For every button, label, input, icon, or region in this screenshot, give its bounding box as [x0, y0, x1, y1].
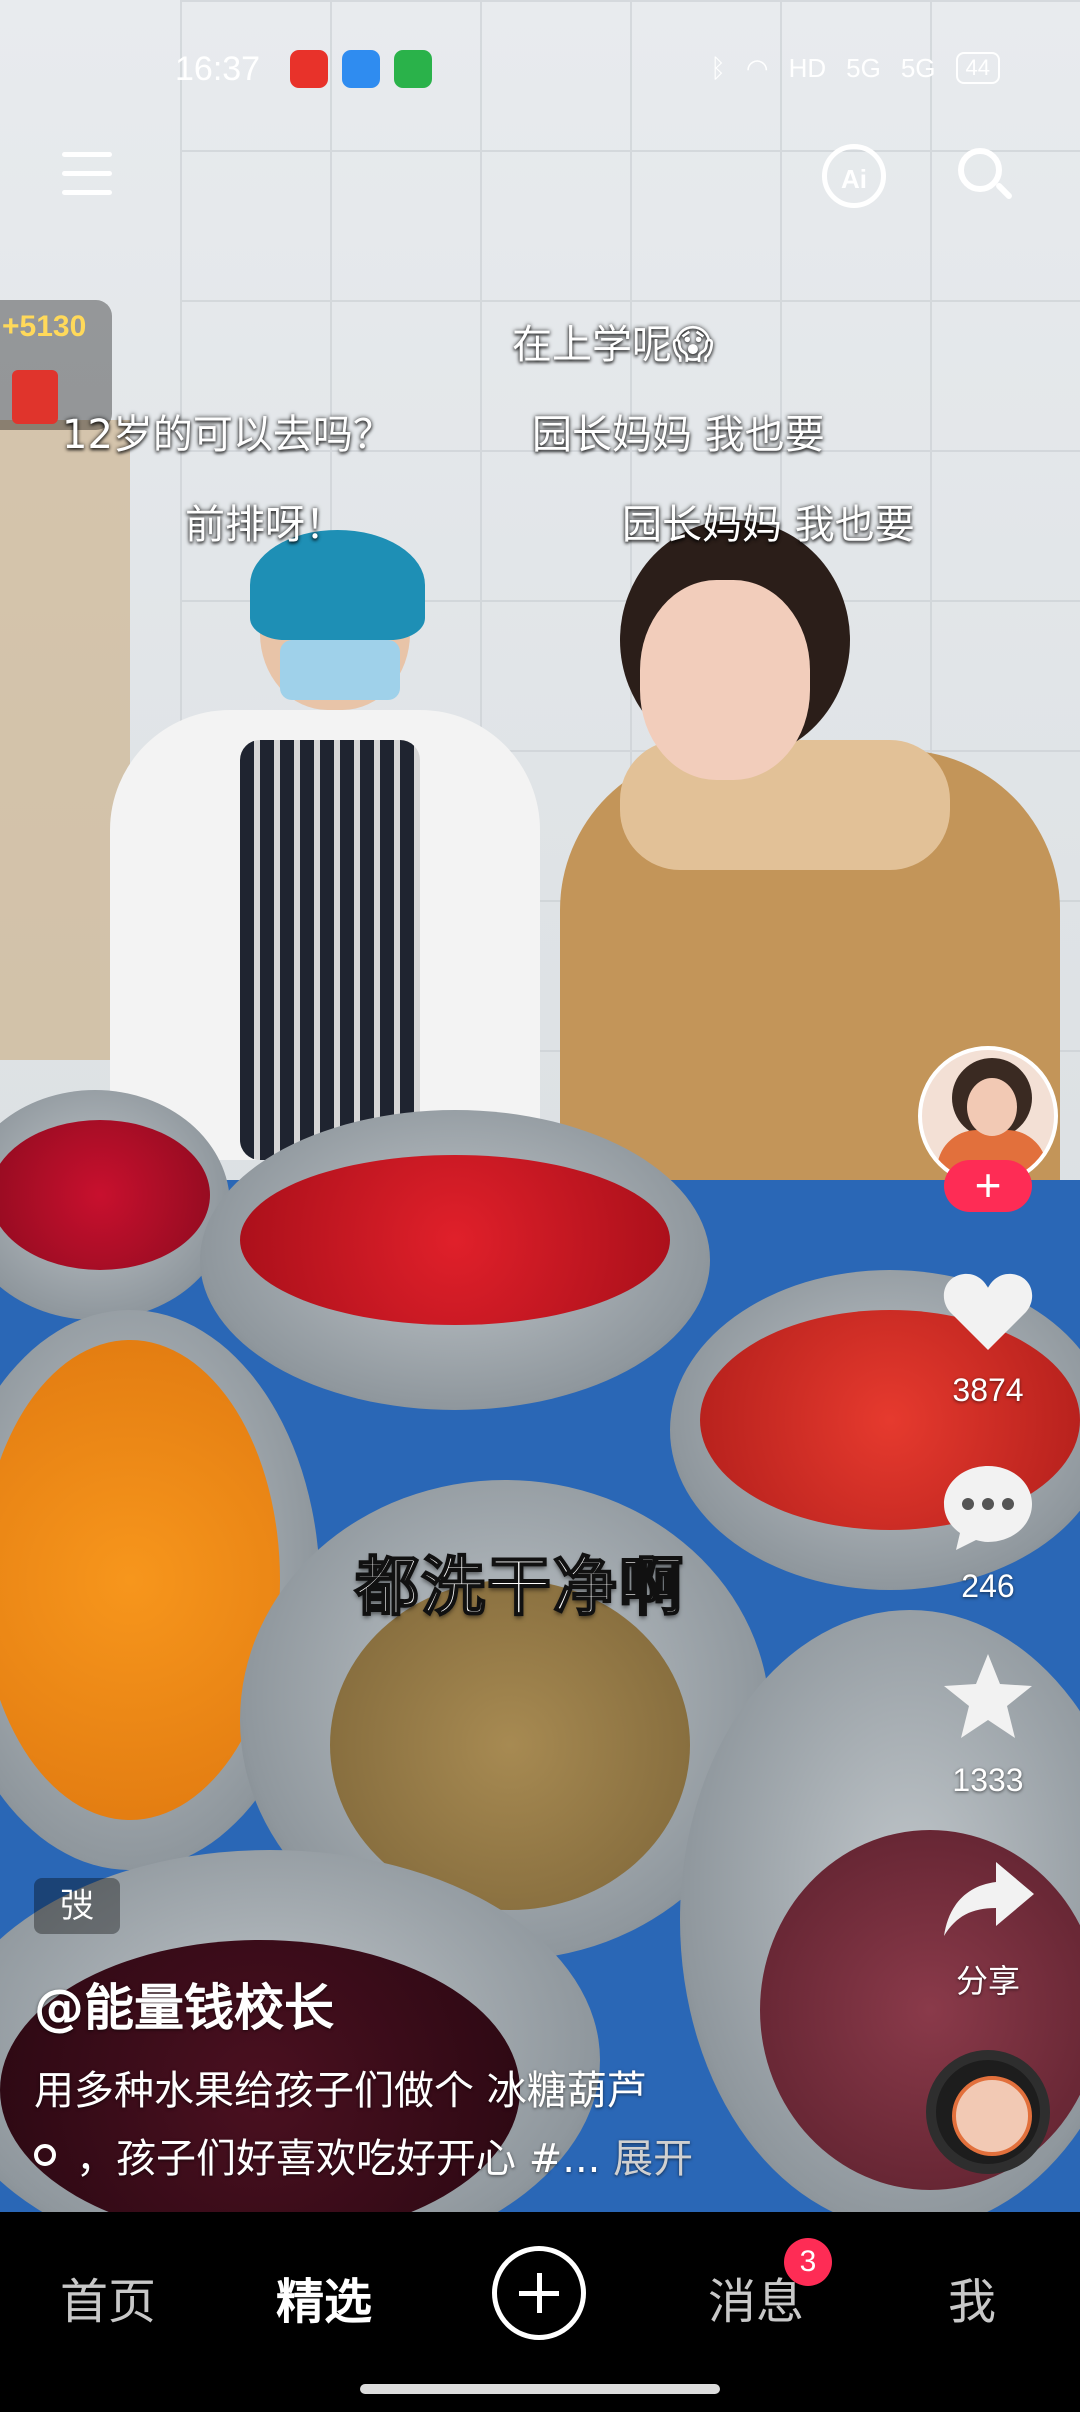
battery-indicator: 44	[955, 52, 1000, 84]
wifi-icon: ◠	[745, 52, 769, 83]
video-tag-badge[interactable]: 弢	[34, 1878, 120, 1934]
create-button[interactable]	[492, 2246, 586, 2340]
red-envelope-icon	[12, 370, 58, 424]
comment-count: 246	[961, 1568, 1015, 1604]
ai-assistant-button[interactable]: Ai	[822, 144, 886, 208]
status-indicators: ᛒ ◠ HD 5G 5G 44	[710, 52, 1000, 84]
nav-home[interactable]: 首页	[60, 2262, 156, 2332]
nav-featured[interactable]: 精选	[276, 2262, 372, 2332]
nav-me[interactable]: 我	[948, 2262, 996, 2332]
coin-count: +5130	[2, 310, 87, 343]
share-icon[interactable]	[938, 1848, 1038, 1948]
like-count: 3874	[952, 1372, 1024, 1408]
expand-link[interactable]: 展开	[613, 2136, 693, 2182]
signal-5g-label: 5G	[846, 52, 881, 83]
message-notification-icon	[394, 50, 432, 88]
music-disc-icon[interactable]	[926, 2050, 1050, 2174]
star-icon[interactable]	[938, 1648, 1038, 1748]
favorite-count: 1333	[952, 1762, 1024, 1798]
status-bar: 16:37 ᛒ ◠ HD 5G 5G 44	[0, 40, 1080, 100]
search-keyword-icon[interactable]	[34, 2144, 56, 2166]
comment-icon[interactable]	[938, 1456, 1038, 1556]
bluetooth-icon: ᛒ	[710, 52, 726, 83]
menu-icon[interactable]	[62, 150, 112, 198]
kitchen-worker-figure	[110, 530, 540, 1160]
signal-5g-label-2: 5G	[900, 52, 936, 83]
share-label[interactable]: 分享	[918, 1956, 1058, 2002]
heart-icon[interactable]	[938, 1262, 1038, 1362]
bottom-navigation: 首页 精选 消息 3 我	[0, 2212, 1080, 2412]
video-description-line-2: ，孩子们好喜欢吃好开心 #... 展开	[34, 2126, 693, 2184]
video-subtitle: 都洗干净啊	[354, 1550, 685, 1626]
douyin-video-screen: 16:37 ᛒ ◠ HD 5G 5G 44 Ai +5130 在上学呢😱 12岁…	[0, 0, 1080, 2412]
danmaku-comment: 12岁的可以去吗？	[62, 412, 393, 458]
danmaku-comment: 在上学呢😱	[512, 322, 714, 368]
danmaku-comment: 园长妈妈 我也要	[622, 502, 915, 548]
app-notification-icon	[342, 50, 380, 88]
video-description-line-1: 用多种水果给孩子们做个 冰糖葫芦	[34, 2068, 647, 2114]
search-icon[interactable]	[958, 148, 1014, 201]
hd-label: HD	[788, 52, 827, 83]
danmaku-comment: 园长妈妈 我也要	[532, 412, 825, 458]
bowl-hawthorn	[200, 1110, 710, 1410]
app-notification-icon	[290, 50, 328, 88]
status-time: 16:37	[175, 50, 261, 88]
messages-badge: 3	[784, 2238, 832, 2286]
danmaku-comment: 前排呀！	[185, 502, 345, 548]
video-description-text: ，孩子们好喜欢吃好开心 #...	[76, 2136, 601, 2182]
author-name[interactable]: @能量钱校长	[34, 1968, 334, 2040]
home-indicator[interactable]	[360, 2384, 720, 2394]
follow-button[interactable]: +	[944, 1160, 1032, 1212]
